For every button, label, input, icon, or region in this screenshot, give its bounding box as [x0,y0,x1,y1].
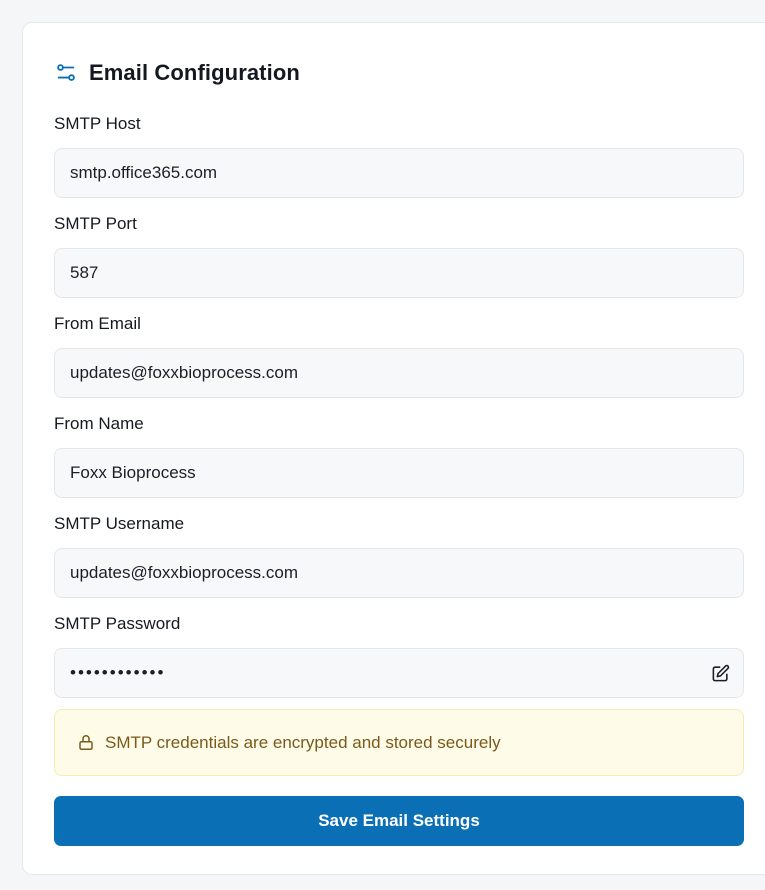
from-email-field: From Email updates@foxxbioprocess.com [54,314,744,398]
smtp-password-input[interactable]: •••••••••••• [54,648,744,698]
smtp-username-label: SMTP Username [54,514,185,533]
from-email-input[interactable]: updates@foxxbioprocess.com [54,348,744,398]
password-mask: •••••••••••• [70,663,166,682]
from-name-input[interactable]: Foxx Bioprocess [54,448,744,498]
smtp-host-label: SMTP Host [54,114,141,133]
sliders-icon [54,61,78,85]
from-name-field: From Name Foxx Bioprocess [54,414,744,498]
card-title: Email Configuration [89,60,300,85]
smtp-port-input[interactable]: 587 [54,248,744,298]
lock-icon [76,733,96,753]
smtp-port-field: SMTP Port 587 [54,214,744,298]
edit-icon[interactable] [709,662,731,684]
smtp-password-label: SMTP Password [54,614,181,633]
smtp-host-input[interactable]: smtp.office365.com [54,148,744,198]
save-email-settings-button[interactable]: Save Email Settings [54,796,744,846]
security-notice-text: SMTP credentials are encrypted and store… [105,732,501,752]
smtp-password-field: SMTP Password •••••••••••• [54,614,744,698]
smtp-username-field: SMTP Username updates@foxxbioprocess.com [54,514,744,598]
from-name-label: From Name [54,414,144,433]
smtp-port-label: SMTP Port [54,214,137,233]
email-configuration-card: Email Configuration SMTP Host smtp.offic… [22,22,765,875]
smtp-host-field: SMTP Host smtp.office365.com [54,114,744,198]
from-email-label: From Email [54,314,141,333]
security-notice: SMTP credentials are encrypted and store… [54,709,744,776]
smtp-username-input[interactable]: updates@foxxbioprocess.com [54,548,744,598]
card-header: Email Configuration [54,59,300,87]
